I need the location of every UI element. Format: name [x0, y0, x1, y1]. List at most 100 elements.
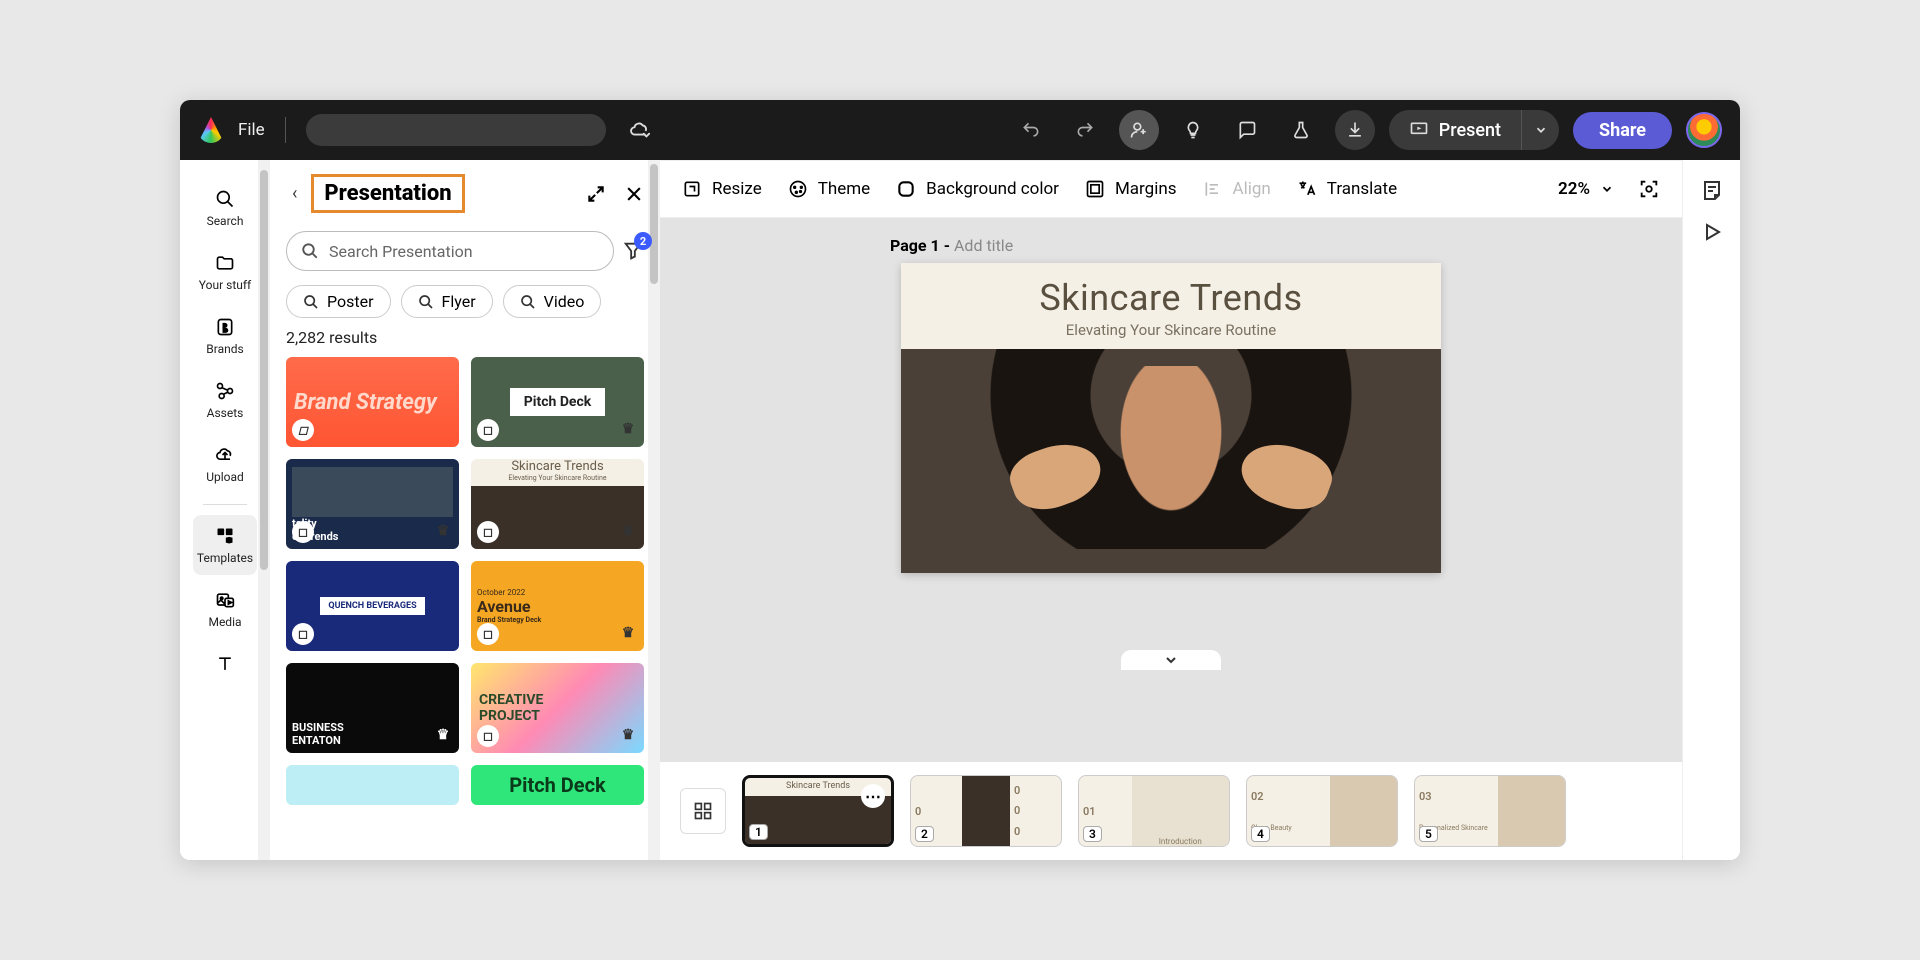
rail-brands[interactable]: Brands	[193, 306, 257, 366]
chip-flyer[interactable]: Flyer	[401, 285, 493, 318]
thumbnail-bar: Skincare Trends 1 ⋯ 0 000 2 01 Introduct…	[660, 762, 1682, 860]
top-bar: File Present Share	[180, 100, 1740, 160]
rail-upload[interactable]: Upload	[193, 434, 257, 494]
chip-video[interactable]: Video	[503, 285, 602, 318]
chip-video-label: Video	[544, 292, 585, 311]
invite-people-icon[interactable]	[1119, 110, 1159, 150]
template-card[interactable]: October 2022 Avenue Brand Strategy Deck …	[471, 561, 644, 651]
multi-page-icon: ◻	[477, 419, 499, 441]
user-avatar[interactable]	[1686, 112, 1722, 148]
close-icon[interactable]	[624, 184, 644, 204]
template-card[interactable]: Brand Strategy ◻	[286, 357, 459, 447]
template-card-label: CREATIVE	[479, 692, 543, 708]
thumbnail-collapse-icon[interactable]	[1121, 650, 1221, 670]
template-card-label: October 2022	[477, 588, 525, 597]
template-search-input[interactable]: Search Presentation	[286, 231, 614, 271]
template-card[interactable]: Pitch Deck	[471, 765, 644, 805]
comment-icon[interactable]	[1227, 110, 1267, 150]
note-icon[interactable]	[1700, 178, 1724, 202]
app-logo-icon[interactable]	[198, 117, 224, 143]
template-card-label: Pitch Deck	[509, 773, 605, 797]
toolbar-translate[interactable]: Translate	[1297, 179, 1397, 199]
rail-divider	[203, 504, 247, 505]
slide-thumbnail[interactable]: 0 000 2	[910, 775, 1062, 847]
template-card[interactable]: CREATIVE PROJECT ◻ ♛	[471, 663, 644, 753]
toolbar-translate-label: Translate	[1327, 179, 1397, 199]
premium-icon: ♛	[433, 523, 453, 543]
thumb-number: 5	[1419, 826, 1438, 842]
assets-icon	[214, 380, 236, 402]
filter-icon[interactable]: 2	[622, 240, 644, 262]
slide-thumbnail[interactable]: 01 Introduction 3	[1078, 775, 1230, 847]
page-title-placeholder: Add title	[954, 236, 1013, 255]
tips-bulb-icon[interactable]	[1173, 110, 1213, 150]
download-icon[interactable]	[1335, 110, 1375, 150]
rail-search-label: Search	[207, 214, 244, 228]
text-icon	[214, 653, 236, 675]
toolbar-theme[interactable]: Theme	[788, 179, 870, 199]
template-card-label: Elevating Your Skincare Routine	[508, 474, 606, 482]
rail-assets[interactable]: Assets	[193, 370, 257, 430]
fit-view-icon[interactable]	[1638, 178, 1660, 200]
template-card[interactable]: BUSINESS ENTATON ♛	[286, 663, 459, 753]
present-button[interactable]: Present	[1389, 110, 1559, 150]
toolbar-align: Align	[1203, 179, 1271, 199]
multi-page-icon: ◻	[477, 725, 499, 747]
template-grid: Brand Strategy ◻ Pitch Deck ◻ ♛ tality e…	[270, 357, 660, 821]
right-rail	[1682, 160, 1740, 860]
chip-poster-label: Poster	[327, 292, 374, 311]
play-icon[interactable]	[1700, 220, 1724, 244]
share-button[interactable]: Share	[1573, 112, 1672, 149]
rail-search[interactable]: Search	[193, 178, 257, 238]
premium-icon: ♛	[618, 523, 638, 543]
grid-view-icon[interactable]	[680, 788, 726, 834]
thumb-number: 1	[749, 824, 768, 840]
page-label[interactable]: Page 1 - Add title	[890, 236, 1013, 255]
multi-page-icon: ◻	[292, 623, 314, 645]
present-caret-icon[interactable]	[1521, 110, 1559, 150]
file-menu[interactable]: File	[238, 120, 265, 140]
toolbar-bgcolor[interactable]: Background color	[896, 179, 1059, 199]
global-search-input[interactable]	[306, 114, 606, 146]
panel-scrollbar[interactable]	[648, 160, 660, 860]
toolbar-margins[interactable]: Margins	[1085, 179, 1177, 199]
slide-thumbnail[interactable]: 02Clean Beauty 4	[1246, 775, 1398, 847]
page-number: Page 1 -	[890, 236, 954, 255]
rail-scrollbar[interactable]	[258, 160, 270, 860]
search-icon	[214, 188, 236, 210]
chevron-down-icon[interactable]	[1600, 182, 1614, 196]
beta-flask-icon[interactable]	[1281, 110, 1321, 150]
toolbar-bgcolor-label: Background color	[926, 179, 1059, 199]
slide-canvas[interactable]: Skincare Trends Elevating Your Skincare …	[901, 263, 1441, 573]
slide-thumbnail[interactable]: Skincare Trends 1 ⋯	[742, 775, 894, 847]
zoom-level[interactable]: 22%	[1558, 179, 1590, 199]
template-card-label: Avenue	[477, 597, 531, 616]
template-card-label: BUSINESS	[292, 721, 344, 734]
upload-icon	[214, 444, 236, 466]
template-card[interactable]: QUENCH BEVERAGES ◻	[286, 561, 459, 651]
expand-icon[interactable]	[586, 184, 606, 204]
canvas-stage[interactable]: Page 1 - Add title Skincare Trends Eleva…	[660, 218, 1682, 762]
template-card[interactable]: Skincare Trends Elevating Your Skincare …	[471, 459, 644, 549]
slide-thumbnail[interactable]: 03Personalized Skincare 5	[1414, 775, 1566, 847]
canvas-area: Resize Theme Background color Margins Al…	[660, 160, 1682, 860]
rail-media[interactable]: Media	[193, 579, 257, 639]
chip-poster[interactable]: Poster	[286, 285, 391, 318]
undo-icon[interactable]	[1011, 110, 1051, 150]
rail-your-stuff[interactable]: Your stuff	[193, 242, 257, 302]
chip-flyer-label: Flyer	[442, 292, 476, 311]
templates-panel: ‹ Presentation Search Presentation 2 P	[270, 160, 660, 860]
redo-icon[interactable]	[1065, 110, 1105, 150]
template-card[interactable]: tality et Trends ◻ ♛	[286, 459, 459, 549]
rail-text[interactable]	[193, 643, 257, 675]
template-card-label: PROJECT	[479, 708, 540, 724]
thumb-more-icon[interactable]: ⋯	[861, 784, 885, 808]
rail-templates[interactable]: Templates	[193, 515, 257, 575]
panel-back-icon[interactable]: ‹	[286, 179, 303, 208]
template-card[interactable]: Pitch Deck ◻ ♛	[471, 357, 644, 447]
toolbar-margins-label: Margins	[1115, 179, 1177, 199]
slide-title: Skincare Trends	[1039, 277, 1302, 319]
template-card[interactable]	[286, 765, 459, 805]
cloud-sync-icon[interactable]	[620, 110, 660, 150]
toolbar-resize[interactable]: Resize	[682, 179, 762, 199]
